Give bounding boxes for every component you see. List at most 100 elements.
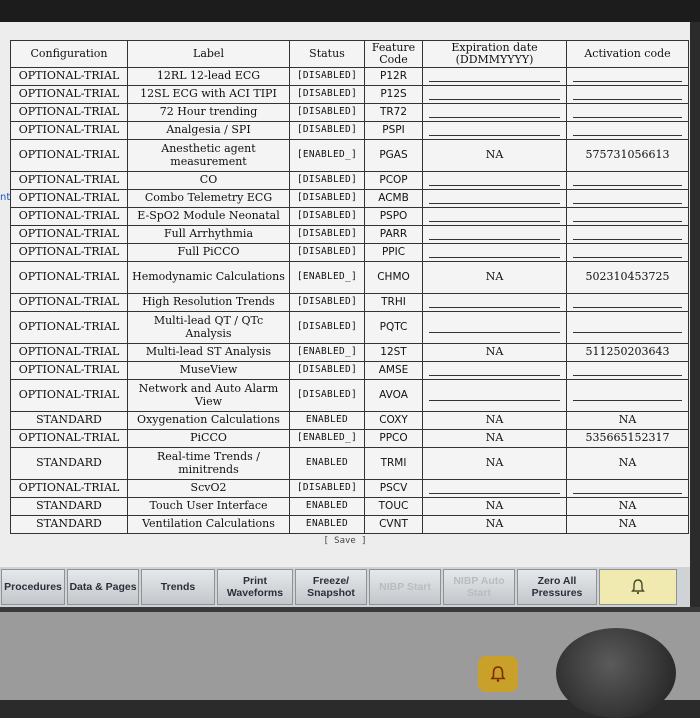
cell-expiration-date[interactable]: NA — [422, 261, 567, 294]
cell-activation-code[interactable] — [566, 243, 689, 262]
cell-activation-code[interactable] — [566, 379, 689, 412]
empty-entry-field[interactable] — [429, 391, 560, 401]
empty-entry-field[interactable] — [573, 230, 682, 240]
cell-expiration-date[interactable] — [422, 67, 567, 86]
empty-entry-field[interactable] — [573, 176, 682, 186]
alarm-silence-button[interactable] — [599, 569, 677, 605]
empty-entry-field[interactable] — [429, 72, 560, 82]
cell-expiration-date[interactable] — [422, 243, 567, 262]
cell-activation-code[interactable]: 535665152317 — [566, 429, 689, 448]
empty-entry-field[interactable] — [429, 248, 560, 258]
cell-configuration: OPTIONAL-TRIAL — [10, 429, 128, 448]
cell-feature-code: CHMO — [364, 261, 423, 294]
cell-status: [DISABLED] — [289, 103, 365, 122]
cell-label: ScvO2 — [127, 479, 290, 498]
empty-entry-field[interactable] — [573, 248, 682, 258]
table-row: STANDARD Real-time Trends / minitrends ENA… — [10, 447, 689, 480]
procedures-button[interactable]: Procedures — [1, 569, 65, 605]
cell-activation-code[interactable]: 575731056613 — [566, 139, 689, 172]
cell-expiration-date[interactable] — [422, 225, 567, 244]
empty-entry-field[interactable] — [573, 126, 682, 136]
empty-entry-field[interactable] — [573, 194, 682, 204]
cell-expiration-date[interactable] — [422, 311, 567, 344]
zero-all-pressures-button[interactable]: Zero All Pressures — [517, 569, 597, 605]
cell-activation-code[interactable] — [566, 171, 689, 190]
cell-expiration-date[interactable] — [422, 121, 567, 140]
empty-entry-field[interactable] — [429, 298, 560, 308]
empty-entry-field[interactable] — [573, 391, 682, 401]
empty-entry-field[interactable] — [429, 323, 560, 333]
empty-entry-field[interactable] — [429, 212, 560, 222]
table-row: OPTIONAL-TRIAL E-SpO2 Module Neonatal [DIS… — [10, 207, 689, 226]
cell-activation-code[interactable]: 502310453725 — [566, 261, 689, 294]
cell-expiration-date[interactable]: NA — [422, 497, 567, 516]
cell-expiration-date[interactable]: NA — [422, 515, 567, 534]
empty-entry-field[interactable] — [429, 108, 560, 118]
cell-activation-code[interactable]: 511250203643 — [566, 343, 689, 362]
cell-expiration-date[interactable] — [422, 479, 567, 498]
cell-activation-code[interactable]: NA — [566, 497, 689, 516]
cell-activation-code[interactable] — [566, 225, 689, 244]
print-waveforms-button[interactable]: Print Waveforms — [217, 569, 293, 605]
cell-activation-code[interactable]: NA — [566, 447, 689, 480]
cell-activation-code[interactable] — [566, 207, 689, 226]
cell-feature-code: TRMI — [364, 447, 423, 480]
cell-activation-code[interactable] — [566, 67, 689, 86]
empty-entry-field[interactable] — [429, 90, 560, 100]
nibp-auto-start-button[interactable]: NIBP Auto Start — [443, 569, 515, 605]
cell-expiration-date[interactable] — [422, 85, 567, 104]
cell-activation-code[interactable]: NA — [566, 411, 689, 430]
empty-entry-field[interactable] — [429, 230, 560, 240]
cell-expiration-date[interactable]: NA — [422, 429, 567, 448]
freeze-snapshot-button[interactable]: Freeze/ Snapshot — [295, 569, 367, 605]
cell-expiration-date[interactable] — [422, 103, 567, 122]
cell-expiration-date[interactable] — [422, 379, 567, 412]
cell-feature-code: ACMB — [364, 189, 423, 208]
empty-entry-field[interactable] — [573, 212, 682, 222]
empty-entry-field[interactable] — [429, 126, 560, 136]
trim-knob[interactable] — [556, 628, 676, 718]
cell-activation-code[interactable] — [566, 121, 689, 140]
cell-activation-code[interactable] — [566, 85, 689, 104]
nibp-start-button[interactable]: NIBP Start — [369, 569, 441, 605]
empty-entry-field[interactable] — [429, 366, 560, 376]
cell-expiration-date[interactable] — [422, 189, 567, 208]
bottom-button-bar: Procedures Data & Pages Trends Print Wavefo… — [0, 567, 690, 607]
empty-entry-field[interactable] — [573, 298, 682, 308]
cell-expiration-date[interactable] — [422, 361, 567, 380]
cell-expiration-date[interactable] — [422, 293, 567, 312]
cell-activation-code[interactable] — [566, 103, 689, 122]
empty-entry-field[interactable] — [573, 366, 682, 376]
cell-activation-code[interactable] — [566, 293, 689, 312]
cell-activation-code[interactable] — [566, 189, 689, 208]
empty-entry-field[interactable] — [573, 323, 682, 333]
cell-status: [DISABLED] — [289, 293, 365, 312]
cell-expiration-date[interactable] — [422, 171, 567, 190]
empty-entry-field[interactable] — [429, 176, 560, 186]
cell-activation-code[interactable] — [566, 311, 689, 344]
empty-entry-field[interactable] — [573, 484, 682, 494]
cell-expiration-date[interactable]: NA — [422, 139, 567, 172]
cell-status: [DISABLED] — [289, 243, 365, 262]
cell-expiration-date[interactable]: NA — [422, 343, 567, 362]
trends-button[interactable]: Trends — [141, 569, 215, 605]
cell-expiration-date[interactable]: NA — [422, 447, 567, 480]
empty-entry-field[interactable] — [573, 108, 682, 118]
cell-feature-code: AMSE — [364, 361, 423, 380]
table-row: OPTIONAL-TRIAL 12SL ECG with ACI TIPI [DIS… — [10, 85, 689, 104]
save-button[interactable]: [ Save ] — [0, 536, 690, 546]
cell-activation-code[interactable] — [566, 361, 689, 380]
empty-entry-field[interactable] — [429, 194, 560, 204]
empty-entry-field[interactable] — [429, 484, 560, 494]
cell-label: Anesthetic agent measurement — [127, 139, 290, 172]
cell-activation-code[interactable] — [566, 479, 689, 498]
table-row: OPTIONAL-TRIAL Multi-lead QT / QTc Analys… — [10, 311, 689, 344]
data-pages-button[interactable]: Data & Pages — [67, 569, 139, 605]
cell-expiration-date[interactable] — [422, 207, 567, 226]
cell-feature-code: PQTC — [364, 311, 423, 344]
cell-status: [DISABLED] — [289, 311, 365, 344]
cell-activation-code[interactable]: NA — [566, 515, 689, 534]
empty-entry-field[interactable] — [573, 90, 682, 100]
empty-entry-field[interactable] — [573, 72, 682, 82]
cell-expiration-date[interactable]: NA — [422, 411, 567, 430]
